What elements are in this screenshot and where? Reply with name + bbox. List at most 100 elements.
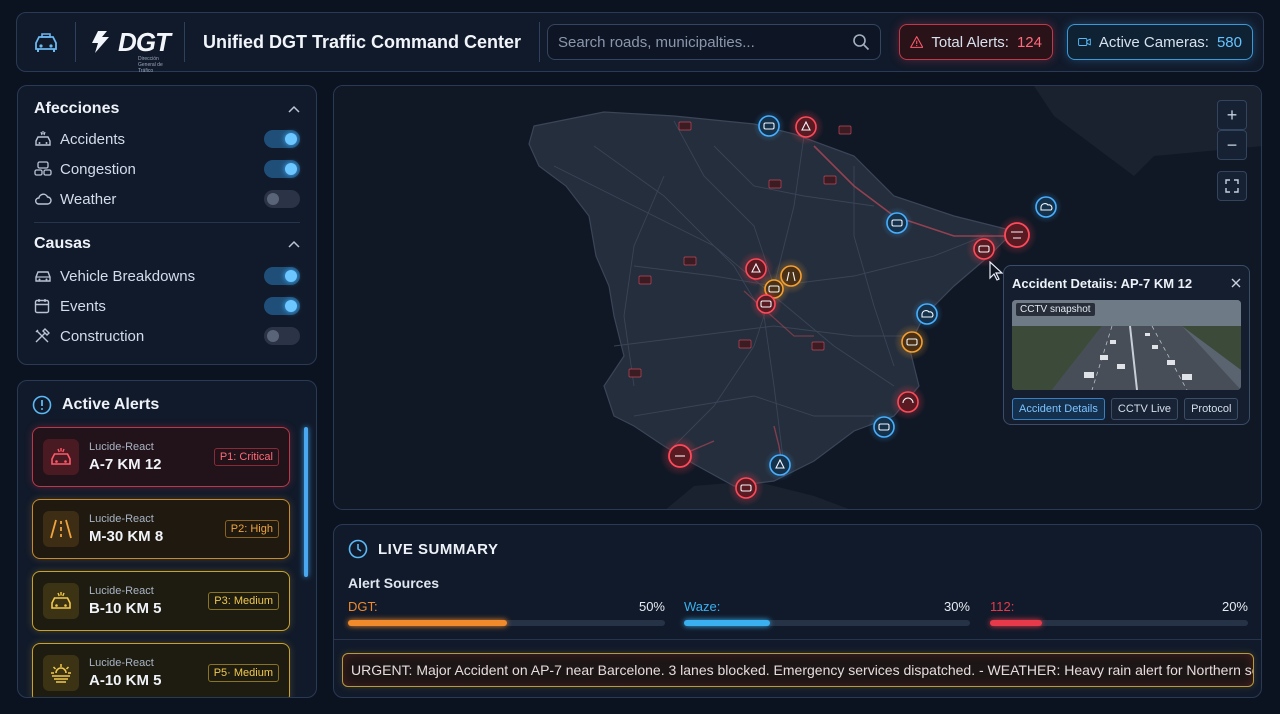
active-cameras-badge[interactable]: Active Cameras: 580	[1067, 24, 1253, 60]
priority-badge: P2: High	[224, 520, 279, 538]
road-icon	[43, 511, 79, 547]
protocol-button[interactable]: Protocol	[1184, 398, 1239, 420]
causas-header[interactable]: Causas	[34, 233, 300, 255]
warning-marker[interactable]	[769, 454, 791, 476]
priority-badge: P3: Medium	[208, 592, 279, 610]
search-box[interactable]	[547, 24, 881, 60]
cloud-icon	[34, 192, 60, 206]
source-percent: 30%	[943, 599, 970, 614]
accident-details-button[interactable]: Accident Details	[1012, 398, 1105, 420]
filter-congestion[interactable]: Congestion	[34, 154, 300, 184]
weather-marker[interactable]	[916, 303, 938, 325]
filter-label: Construction	[60, 327, 145, 345]
car-icon	[34, 269, 60, 283]
source-bar	[990, 620, 1248, 626]
alert-card-medium[interactable]: Lucide-React B-10 KM 5 P3: Medium	[32, 571, 290, 631]
close-icon[interactable]	[1231, 278, 1241, 288]
traffic-jam-icon	[34, 161, 60, 177]
police-car-icon[interactable]	[17, 12, 75, 72]
alert-card-medium[interactable]: Lucide-React A-10 KM 5 P5· Medium	[32, 643, 290, 697]
chevron-up-icon[interactable]	[288, 240, 300, 248]
calendar-icon	[34, 298, 60, 314]
priority-badge: P5· Medium	[207, 664, 279, 682]
filter-label: Accidents	[60, 130, 126, 148]
total-alerts-count: 124	[1016, 33, 1042, 51]
live-summary-panel: LIVE SUMMARY Alert Sources DGT: 50% Waze…	[333, 524, 1262, 698]
congestion-marker[interactable]	[901, 331, 923, 353]
zoom-out-button[interactable]: −	[1217, 130, 1247, 160]
cctv-snapshot[interactable]: CCTV snapshot	[1012, 300, 1241, 390]
afecciones-title: Afecciones	[34, 100, 120, 117]
search-icon[interactable]	[852, 33, 870, 51]
alert-road: A-10 KM 5	[89, 672, 162, 689]
filter-weather[interactable]: Weather	[34, 184, 300, 214]
accident-marker[interactable]	[897, 391, 919, 413]
priority-badge: P1: Critical	[213, 448, 279, 466]
congestion-toggle[interactable]	[264, 160, 300, 178]
filter-vehicle-breakdowns[interactable]: Vehicle Breakdowns	[34, 261, 300, 291]
summary-divider	[334, 639, 1261, 640]
alert-road: A-7 KM 12	[89, 456, 162, 473]
accident-marker[interactable]	[756, 294, 776, 314]
cctv-live-button[interactable]: CCTV Live	[1110, 398, 1179, 420]
filter-construction[interactable]: Construction	[34, 321, 300, 351]
vehicle-breakdowns-toggle[interactable]	[264, 267, 300, 285]
search-input[interactable]	[558, 33, 852, 51]
weather-toggle[interactable]	[264, 190, 300, 208]
total-alerts-badge[interactable]: Total Alerts: 124	[899, 24, 1053, 60]
total-alerts-label: Total Alerts:	[931, 33, 1009, 51]
filter-events[interactable]: Events	[34, 291, 300, 321]
accident-marker[interactable]	[735, 477, 757, 499]
popup-title: Accident Detaiis: AP-7 KM 12	[1012, 275, 1193, 291]
logo-subtext: Dirección General de Tráfico	[138, 56, 163, 74]
source-name: Waze:	[684, 599, 721, 614]
alert-source: Lucide-React	[89, 513, 154, 525]
accidents-toggle[interactable]	[264, 130, 300, 148]
camera-marker[interactable]	[873, 416, 895, 438]
alert-card-high[interactable]: Lucide-React M-30 KM 8 P2: High	[32, 499, 290, 559]
traffic-map[interactable]: + − Accident Detaiis: AP-7 KM 12 CCTV sn…	[333, 85, 1262, 510]
fullscreen-icon	[1225, 179, 1239, 193]
source-bar-fill	[990, 620, 1042, 626]
accident-marker[interactable]	[973, 238, 995, 260]
camera-marker[interactable]	[886, 212, 908, 234]
source-bar	[348, 620, 665, 626]
car-crash-icon	[43, 583, 79, 619]
zoom-in-button[interactable]: +	[1217, 100, 1247, 130]
camera-marker[interactable]	[758, 115, 780, 137]
fullscreen-button[interactable]	[1217, 171, 1247, 201]
filter-label: Congestion	[60, 160, 136, 178]
source-percent: 50%	[638, 599, 665, 614]
chevron-up-icon[interactable]	[288, 105, 300, 113]
source-112: 112: 20%	[990, 599, 1248, 626]
afecciones-header[interactable]: Afecciones	[34, 98, 300, 120]
video-camera-icon	[1078, 38, 1091, 46]
ticker-text: URGENT: Major Accident on AP-7 near Barc…	[351, 662, 1254, 678]
alert-sources-label: Alert Sources	[348, 575, 440, 591]
section-divider	[34, 222, 300, 223]
construction-toggle[interactable]	[264, 327, 300, 345]
header-divider	[539, 22, 541, 62]
filter-accidents[interactable]: Accidents	[34, 124, 300, 154]
warning-marker[interactable]	[745, 258, 767, 280]
live-summary-title: LIVE SUMMARY	[378, 540, 499, 558]
weather-marker[interactable]	[1035, 196, 1057, 218]
mouse-cursor-icon	[989, 261, 1003, 281]
cctv-label: CCTV snapshot	[1016, 303, 1095, 316]
active-alerts-panel: Active Alerts Lucide-React A-7 KM 12 P1:…	[17, 380, 317, 698]
alert-source: Lucide-React	[89, 441, 154, 453]
news-ticker[interactable]: URGENT: Major Accident on AP-7 near Barc…	[342, 653, 1254, 687]
alert-source: Lucide-React	[89, 657, 154, 669]
accident-marker-ap7[interactable]	[1004, 222, 1030, 248]
events-toggle[interactable]	[264, 297, 300, 315]
active-cameras-count: 580	[1216, 33, 1242, 51]
active-alerts-header: Active Alerts	[32, 393, 302, 417]
active-cameras-label: Active Cameras:	[1098, 33, 1209, 51]
alerts-scrollbar[interactable]	[304, 427, 308, 577]
alert-source: Lucide-React	[89, 585, 154, 597]
car-crash-icon	[43, 439, 79, 475]
logo-text: DGT	[118, 26, 171, 57]
alert-card-critical[interactable]: Lucide-React A-7 KM 12 P1: Critical	[32, 427, 290, 487]
filter-label: Vehicle Breakdowns	[60, 267, 196, 285]
accident-marker[interactable]	[795, 116, 817, 138]
